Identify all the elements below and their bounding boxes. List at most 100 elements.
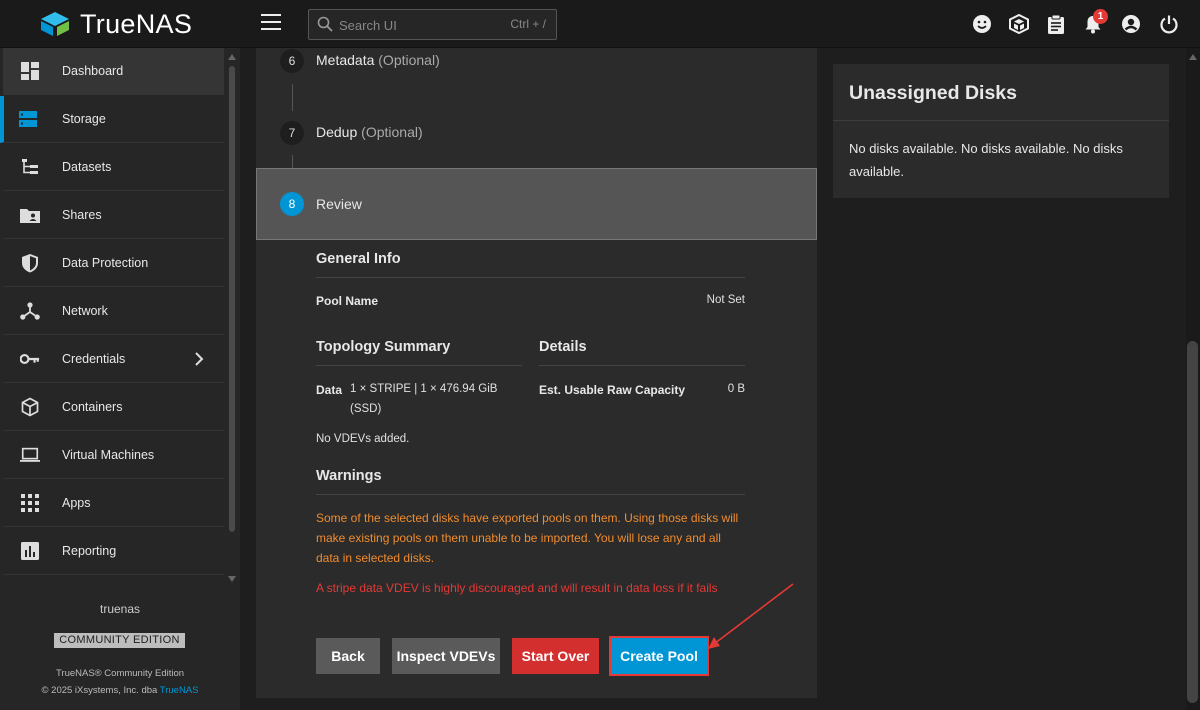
details-heading: Details: [539, 339, 587, 355]
edition-badge: COMMUNITY EDITION: [54, 633, 185, 648]
data-label: Data: [316, 383, 343, 397]
sidebar-item-datasets[interactable]: Datasets: [3, 144, 224, 191]
apps-grid-icon: [20, 493, 40, 513]
main-scrollbar[interactable]: [1186, 48, 1200, 710]
shield-icon: [20, 253, 40, 273]
back-button[interactable]: Back: [316, 638, 380, 674]
cube-icon: [20, 397, 40, 417]
pool-name-label: Pool Name: [316, 294, 379, 308]
notification-count-badge: 1: [1093, 9, 1108, 24]
sidebar-item-apps[interactable]: Apps: [3, 480, 224, 527]
divider: [316, 277, 745, 278]
sidebar-item-containers[interactable]: Containers: [3, 384, 224, 431]
step-title: Review: [316, 196, 362, 212]
warnings-heading: Warnings: [316, 468, 382, 484]
power-icon[interactable]: [1158, 13, 1180, 35]
task-manager-clipboard-icon[interactable]: [1045, 13, 1067, 35]
sidebar-item-label: Virtual Machines: [62, 448, 155, 462]
stripe-warning: A stripe data VDEV is highly discouraged…: [316, 581, 718, 595]
sidebar-item-credentials[interactable]: Credentials: [3, 336, 224, 383]
scroll-up-arrow-icon[interactable]: [228, 54, 236, 60]
chart-icon: [20, 541, 40, 561]
sidebar-item-storage[interactable]: Storage: [0, 96, 224, 143]
feedback-smile-icon[interactable]: [971, 13, 993, 35]
search-input[interactable]: [339, 15, 499, 35]
topology-summary-heading: Topology Summary: [316, 339, 451, 355]
step-metadata[interactable]: 6 Metadata (Optional): [256, 48, 817, 119]
search-box[interactable]: Ctrl + /: [308, 9, 557, 40]
datasets-icon: [20, 157, 40, 177]
step-title: Metadata: [316, 52, 375, 68]
shares-icon: [20, 205, 40, 225]
step-review[interactable]: 8 Review: [256, 168, 817, 240]
sidebar-item-label: Containers: [62, 400, 123, 414]
menu-toggle-icon[interactable]: [261, 14, 281, 32]
truenas-link[interactable]: TrueNAS: [160, 685, 199, 696]
exported-pools-warning: Some of the selected disks have exported…: [316, 511, 739, 565]
sidebar-item-shares[interactable]: Shares: [3, 192, 224, 239]
sidebar-item-virtual-machines[interactable]: Virtual Machines: [3, 432, 224, 479]
top-bar: TrueNAS Ctrl + / 1: [0, 0, 1200, 48]
app-name: TrueNAS: [80, 8, 193, 39]
unassigned-disks-message: No disks available. No disks available. …: [849, 141, 1123, 179]
truenas-logo-icon: [41, 12, 69, 36]
start-over-button[interactable]: Start Over: [512, 638, 599, 674]
unassigned-disks-title: Unassigned Disks: [849, 82, 1017, 104]
general-info-heading: General Info: [316, 251, 401, 267]
inspect-vdevs-button[interactable]: Inspect VDEVs: [392, 638, 500, 674]
divider: [316, 494, 745, 495]
truecommand-icon[interactable]: [1008, 13, 1030, 35]
est-capacity-label: Est. Usable Raw Capacity: [539, 383, 686, 397]
sidebar-item-data-protection[interactable]: Data Protection: [3, 240, 224, 287]
divider: [539, 365, 745, 366]
step-label: Metadata (Optional): [316, 52, 440, 68]
sidebar-item-label: Shares: [62, 208, 102, 222]
sidebar-item-dashboard[interactable]: Dashboard: [3, 48, 224, 95]
pool-name-value: Not Set: [706, 294, 745, 306]
sidebar-item-reporting[interactable]: Reporting: [3, 528, 224, 575]
step-title: Dedup: [316, 124, 358, 140]
storage-icon: [18, 109, 38, 129]
sidebar-item-label: Apps: [62, 496, 91, 510]
sidebar-item-label: Datasets: [62, 160, 112, 174]
divider: [833, 120, 1169, 121]
sidebar-item-label: Reporting: [62, 544, 117, 558]
sidebar-scrollbar-thumb[interactable]: [229, 66, 235, 532]
sidebar-item-label: Data Protection: [62, 256, 149, 270]
truenas-logo[interactable]: TrueNAS: [38, 9, 192, 39]
footer-copyright: © 2025 iXsystems, Inc. dba TrueNAS: [0, 685, 240, 696]
sidebar-item-label: Network: [62, 304, 108, 318]
no-vdevs-text: No VDEVs added.: [316, 433, 410, 445]
sidebar-item-network[interactable]: Network: [3, 288, 224, 335]
data-disk-type: (SSD): [350, 403, 382, 415]
chevron-right-icon[interactable]: [193, 351, 205, 367]
data-topology-value: 1 × STRIPE | 1 × 476.94 GiB: [350, 383, 498, 395]
search-shortcut: Ctrl + /: [510, 17, 546, 31]
sidebar-scrollbar[interactable]: [226, 50, 238, 586]
copyright-text: © 2025 iXsystems, Inc. dba: [41, 685, 160, 696]
main-scrollbar-thumb[interactable]: [1187, 341, 1198, 703]
step-optional: (Optional): [361, 124, 423, 140]
sidebar: Dashboard Storage Datasets Shares Data P…: [0, 48, 240, 710]
hostname: truenas: [99, 602, 141, 616]
key-icon: [20, 349, 40, 369]
divider: [316, 365, 522, 366]
user-account-icon[interactable]: [1120, 13, 1142, 35]
step-number: 6: [280, 49, 304, 73]
unassigned-disks-card: Unassigned Disks No disks available. No …: [833, 64, 1169, 198]
sidebar-item-label: Storage: [62, 112, 106, 126]
create-pool-button[interactable]: Create Pool: [609, 636, 709, 676]
footer-edition-text: TrueNAS® Community Edition: [55, 668, 185, 679]
search-icon: [317, 16, 333, 32]
laptop-icon: [20, 445, 40, 465]
sidebar-item-label: Credentials: [62, 352, 126, 366]
step-number: 8: [280, 192, 304, 216]
dashboard-icon: [20, 61, 40, 81]
sidebar-item-label: Dashboard: [62, 64, 124, 78]
annotation-arrow-icon: [708, 583, 794, 649]
scroll-down-arrow-icon[interactable]: [228, 576, 236, 582]
step-number: 7: [280, 121, 304, 145]
est-capacity-value: 0 B: [727, 383, 745, 395]
step-optional: (Optional): [378, 52, 440, 68]
scroll-up-arrow-icon[interactable]: [1189, 54, 1197, 60]
